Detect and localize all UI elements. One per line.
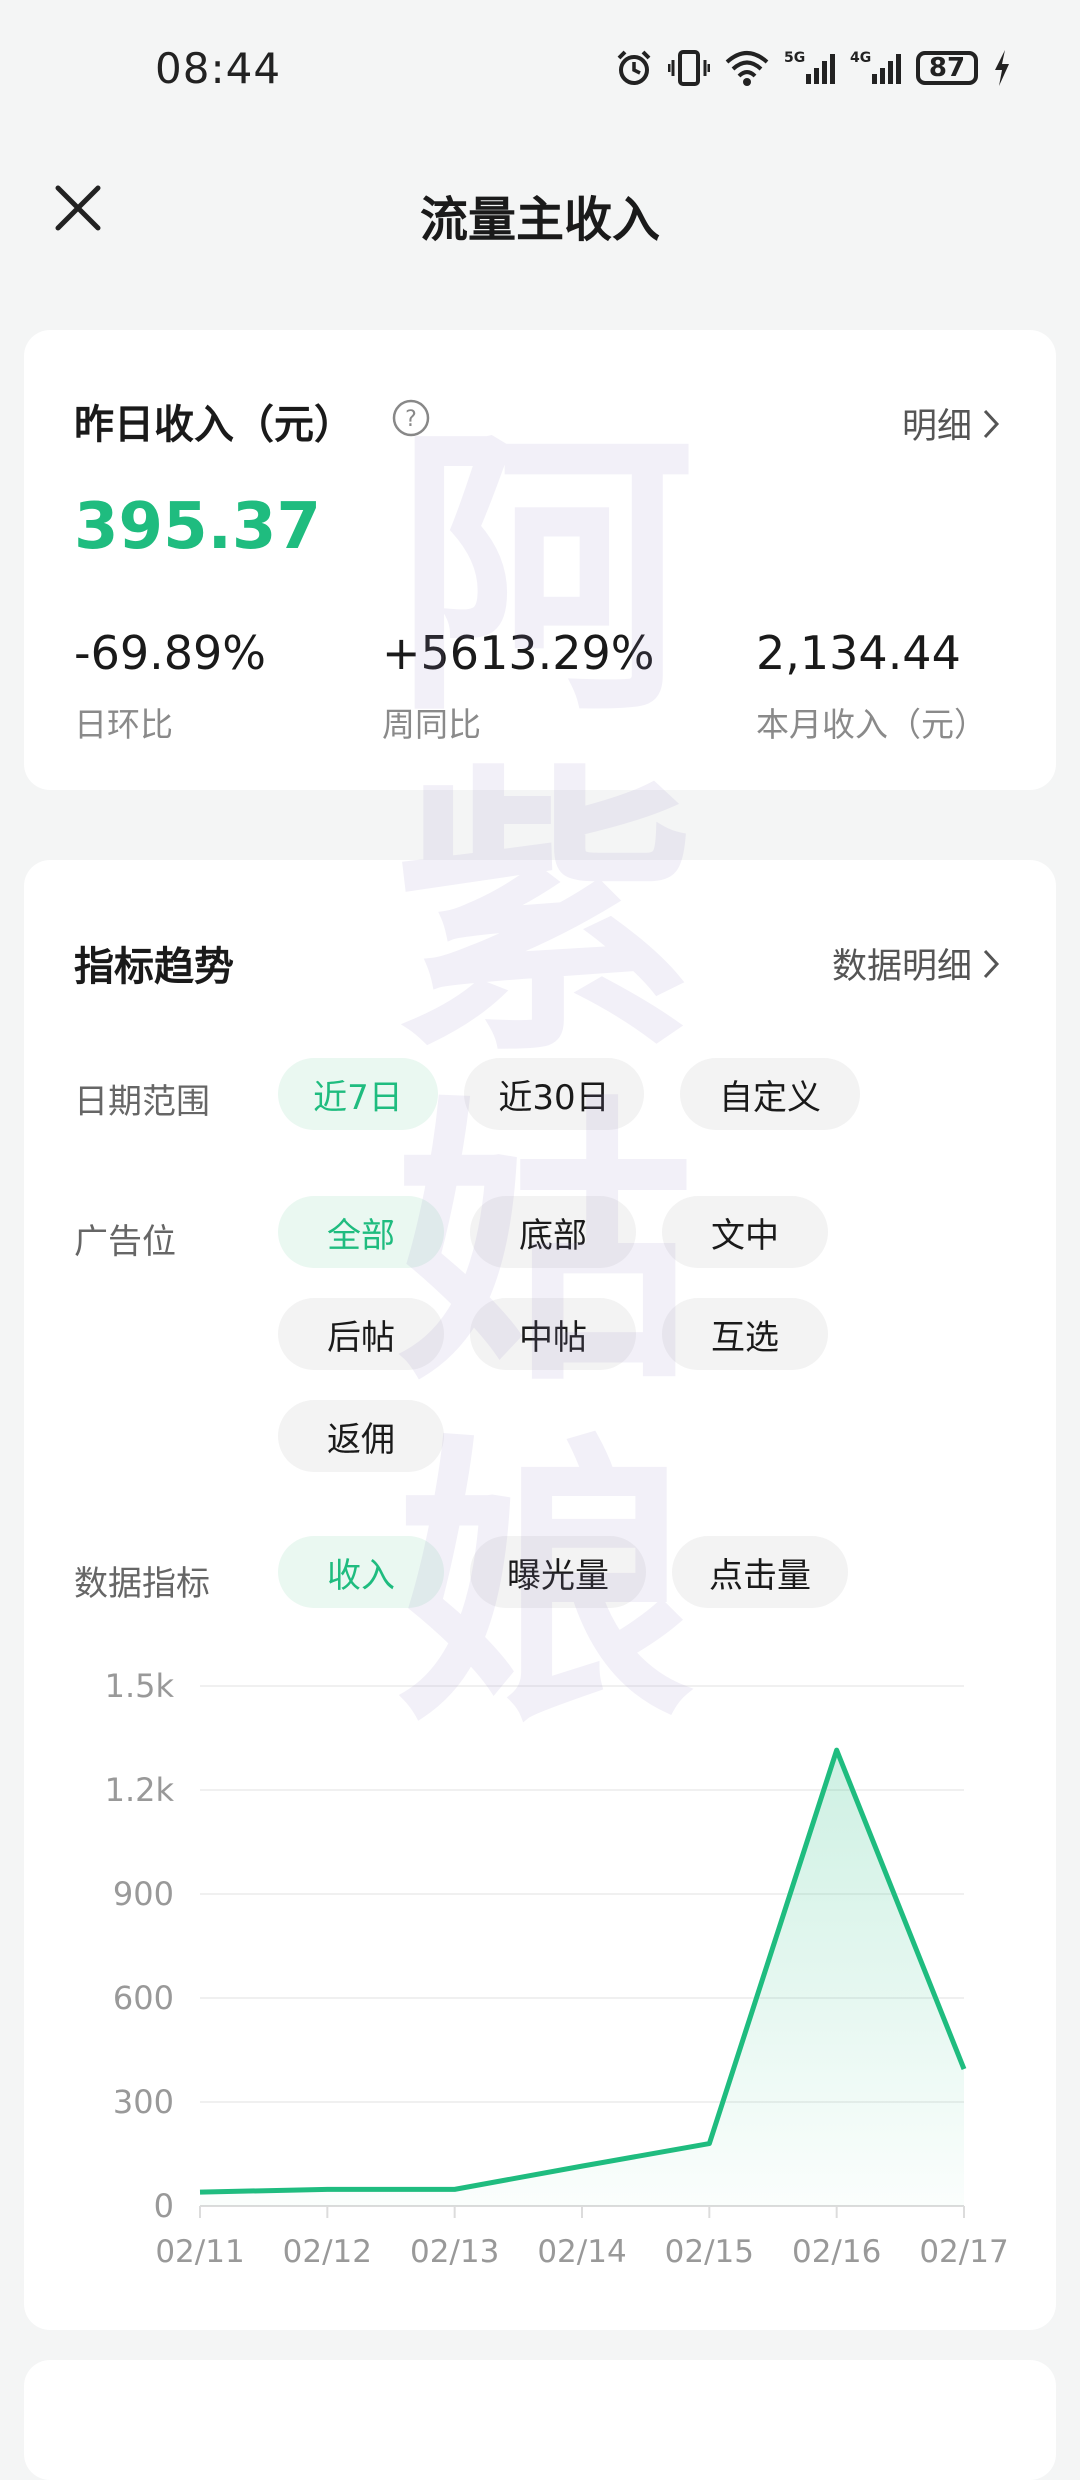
next-card <box>24 2360 1056 2480</box>
x-tick-label: 02/16 <box>792 2234 881 2270</box>
battery-indicator: 87 <box>916 51 978 85</box>
x-tick-label: 02/13 <box>410 2234 499 2270</box>
signal-4g-icon: 4G <box>850 50 901 84</box>
y-tick-label: 600 <box>113 1979 174 2017</box>
alarm-icon <box>617 50 651 85</box>
detail-link[interactable]: 明细 <box>902 398 1000 449</box>
header: 流量主收入 <box>0 150 1080 270</box>
status-bar: 08:44 5G 4G 87 <box>0 0 1080 140</box>
chart-y-axis: 0 300 600 900 1.2k 1.5k <box>105 1667 175 2225</box>
stat-value: -69.89% <box>74 626 266 680</box>
y-tick-label: 1.2k <box>105 1771 175 1809</box>
status-icons: 5G 4G 87 <box>614 48 1012 88</box>
chart-x-axis: 02/11 02/12 02/13 02/14 02/15 02/16 02/17 <box>155 2206 1009 2270</box>
stat-value: +5613.29% <box>382 626 655 680</box>
income-trend-chart: 03006009001.2k1.5k 02/11 02/12 02/13 02/14 0… <box>105 1667 1009 2270</box>
svg-text:4G: 4G <box>850 50 871 66</box>
x-tick-label: 02/15 <box>665 2234 754 2270</box>
stat-label: 周同比 <box>382 705 481 744</box>
summary-card: 昨日收入（元） ? 明细 395.37 -69.89% 日环比 +5613.29… <box>24 330 1056 790</box>
x-tick-label: 02/12 <box>283 2234 372 2270</box>
help-icon[interactable]: ? <box>391 398 431 438</box>
series-area <box>200 1750 964 2206</box>
svg-text:5G: 5G <box>784 50 805 66</box>
y-tick-label: 0 <box>154 2187 174 2225</box>
wifi-icon <box>725 51 769 86</box>
trend-card: 指标趋势 数据明细 日期范围 近7日 近30日 自定义 广告位 全部 底部 文中… <box>24 860 1056 2330</box>
x-tick-label: 02/11 <box>155 2234 244 2270</box>
page-title: 流量主收入 <box>419 192 660 248</box>
stat-label: 本月收入（元） <box>756 705 987 744</box>
y-tick-label: 1.5k <box>105 1667 175 1705</box>
y-tick-label: 300 <box>113 2083 174 2121</box>
charging-icon <box>995 50 1009 86</box>
detail-link-label: 明细 <box>901 407 972 447</box>
stat-month-income: 2,134.44 本月收入（元） <box>756 626 987 746</box>
x-tick-label: 02/14 <box>537 2234 626 2270</box>
yesterday-income-value: 395.37 <box>74 490 321 564</box>
svg-text:?: ? <box>405 407 417 432</box>
stat-label: 日环比 <box>74 705 173 744</box>
yesterday-income-title: 昨日收入（元） <box>74 402 354 448</box>
stat-day-over-day: -69.89% 日环比 <box>74 626 266 746</box>
signal-5g-icon: 5G <box>784 50 835 84</box>
chevron-right-icon <box>983 409 1000 438</box>
y-tick-label: 900 <box>113 1875 174 1913</box>
stat-week-over-week: +5613.29% 周同比 <box>382 626 654 746</box>
vibrate-icon <box>668 50 710 86</box>
x-tick-label: 02/17 <box>919 2234 1008 2270</box>
stat-value: 2,134.44 <box>756 626 961 680</box>
status-time: 08:44 <box>155 44 282 93</box>
